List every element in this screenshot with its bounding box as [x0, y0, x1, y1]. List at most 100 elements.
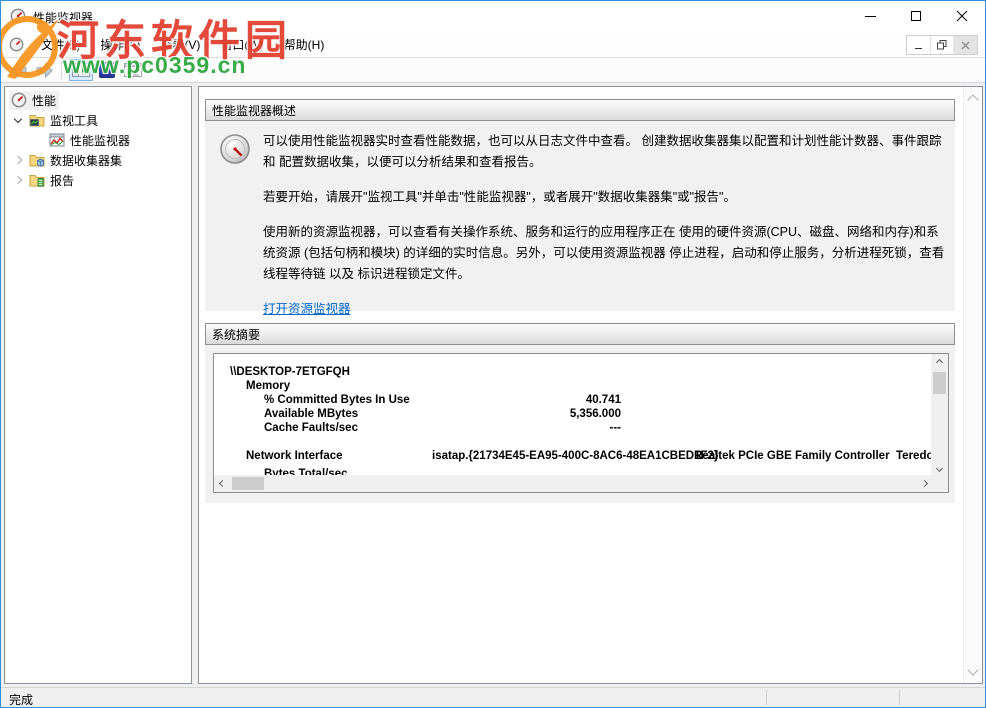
performance-gauge-large-icon: [219, 133, 251, 165]
minimize-button[interactable]: [847, 1, 893, 31]
tree-item-label: 数据收集器集: [50, 152, 122, 169]
chevron-left-icon: [219, 480, 226, 487]
status-divider: [899, 690, 900, 705]
child-restore-button[interactable]: [931, 36, 955, 54]
chevron-collapsed-icon[interactable]: [14, 156, 22, 164]
child-window-controls: [906, 35, 978, 55]
status-text: 完成: [9, 691, 33, 708]
child-minimize-button[interactable]: [907, 36, 931, 54]
chevron-up-icon: [936, 359, 943, 366]
back-arrow-icon: [9, 63, 28, 78]
overview-header-label: 性能监视器概述: [212, 102, 296, 119]
export-list-icon: [124, 63, 142, 77]
toolbar: ?: [1, 58, 985, 83]
forward-arrow-icon: [35, 63, 54, 78]
workspace: 性能 监视工具 性能监视器: [1, 83, 985, 687]
counter-name: % Committed Bytes In Use: [264, 394, 410, 406]
help-icon: ?: [99, 62, 115, 78]
close-button[interactable]: [939, 1, 985, 31]
overview-paragraph-3: 使用新的资源监视器，可以查看有关操作系统、服务和运行的应用程序正在 使用的硬件资…: [263, 222, 945, 285]
tree-item-label: 监视工具: [50, 112, 98, 129]
status-bar: 完成: [1, 687, 985, 707]
chevron-down-icon[interactable]: [967, 664, 978, 675]
help-button[interactable]: ?: [95, 59, 119, 81]
summary-computer-name: \\DESKTOP-7ETGFQH: [230, 366, 350, 378]
performance-gauge-icon: [10, 8, 26, 24]
child-close-button[interactable]: [954, 36, 977, 54]
folder-chart-icon: [29, 112, 45, 128]
tree-item-monitoring-tools[interactable]: 监视工具: [9, 110, 98, 130]
forward-button[interactable]: [32, 59, 56, 81]
summary-horizontal-scrollbar[interactable]: [214, 475, 933, 492]
tree-item-reports[interactable]: 报告: [9, 170, 74, 190]
counter-value: 40.741: [474, 394, 621, 406]
minimize-icon: [915, 48, 922, 49]
content-pane-scrollbar[interactable]: [963, 87, 982, 683]
menu-help[interactable]: 帮助(H): [274, 31, 335, 57]
folder-cube-icon: [29, 152, 45, 168]
restore-icon: [937, 40, 947, 50]
chevron-collapsed-icon[interactable]: [14, 176, 22, 184]
content-pane: 性能监视器概述 可以使用: [198, 86, 983, 684]
console-tree-toggle-button[interactable]: [69, 59, 93, 81]
tree-item-label: 性能监视器: [70, 132, 130, 149]
scrollbar-thumb[interactable]: [933, 372, 946, 394]
summary-section-header: 系统摘要: [205, 323, 955, 345]
summary-group-network: Network Interface: [246, 450, 343, 462]
tree-item-label: 性能: [32, 92, 56, 109]
tree-selection: 性能: [9, 91, 59, 110]
open-resource-monitor-link[interactable]: 打开资源监视器: [263, 302, 351, 316]
system-summary-report: \\DESKTOP-7ETGFQH Memory % Committed Byt…: [213, 353, 949, 493]
minimize-icon: [865, 16, 876, 17]
menu-bar: 文件(F) 操作(A) 查看(V) 窗口(W) 帮助(H): [1, 31, 985, 58]
status-divider: [766, 690, 767, 705]
tree-item-performance-monitor[interactable]: 性能监视器: [49, 130, 130, 150]
line-chart-icon: [49, 132, 65, 148]
console-window-icon: [9, 37, 24, 52]
overview-text: 可以使用性能监视器实时查看性能数据，也可以从日志文件中查看。 创建数据收集器集以…: [263, 131, 945, 320]
summary-group-memory: Memory: [246, 380, 290, 392]
window-controls: [847, 1, 985, 31]
chevron-down-icon: [936, 465, 943, 472]
chevron-right-icon: [921, 480, 928, 487]
folder-report-icon: [29, 172, 45, 188]
summary-vertical-scrollbar[interactable]: [931, 354, 948, 477]
console-tree-toggle-icon: [72, 63, 90, 77]
chevron-up-icon[interactable]: [967, 94, 978, 105]
menu-window[interactable]: 窗口(W): [210, 31, 273, 57]
maximize-icon: [911, 11, 921, 21]
maximize-button[interactable]: [893, 1, 939, 31]
menu-view[interactable]: 查看(V): [150, 31, 210, 57]
performance-monitor-window: 性能监视器 文件(F) 操作(A) 查看(V) 窗口(W) 帮助(H): [0, 0, 986, 708]
chevron-expanded-icon[interactable]: [14, 115, 22, 123]
console-tree-panel: 性能 监视工具 性能监视器: [4, 86, 192, 684]
summary-section-body: \\DESKTOP-7ETGFQH Memory % Committed Byt…: [205, 345, 955, 503]
performance-gauge-icon: [11, 92, 27, 108]
scroll-left-button[interactable]: [214, 475, 231, 492]
scroll-up-button[interactable]: [931, 354, 948, 371]
tree-item-data-collector-sets[interactable]: 数据收集器集: [9, 150, 122, 170]
tree-item-label: 报告: [50, 172, 74, 189]
menu-file[interactable]: 文件(F): [31, 31, 90, 57]
window-title: 性能监视器: [33, 9, 93, 26]
close-icon: [961, 41, 970, 50]
overview-paragraph-2: 若要开始，请展开"监视工具"并单击"性能监视器"，或者展开"数据收集器集"或"报…: [263, 187, 945, 208]
counter-value: ---: [474, 422, 621, 434]
title-bar: 性能监视器: [1, 1, 985, 31]
back-button[interactable]: [6, 59, 30, 81]
scrollbar-thumb[interactable]: [232, 477, 264, 490]
network-instance: Teredo: [896, 450, 934, 462]
overview-section-body: 可以使用性能监视器实时查看性能数据，也可以从日志文件中查看。 创建数据收集器集以…: [205, 121, 955, 311]
counter-value: 5,356.000: [474, 408, 621, 420]
summary-header-label: 系统摘要: [212, 326, 260, 343]
counter-name: Available MBytes: [264, 408, 358, 420]
tree-item-performance[interactable]: 性能: [9, 90, 59, 110]
menu-action[interactable]: 操作(A): [90, 31, 150, 57]
close-icon: [956, 10, 968, 22]
export-list-button[interactable]: [121, 59, 145, 81]
network-instance: Realtek PCIe GBE Family Controller: [694, 450, 890, 462]
toolbar-separator: [61, 61, 62, 79]
network-instance: isatap.{21734E45-EA95-400C-8AC6-48EA1CBE…: [432, 450, 718, 462]
counter-name: Cache Faults/sec: [264, 422, 358, 434]
scrollbar-corner: [931, 475, 948, 492]
